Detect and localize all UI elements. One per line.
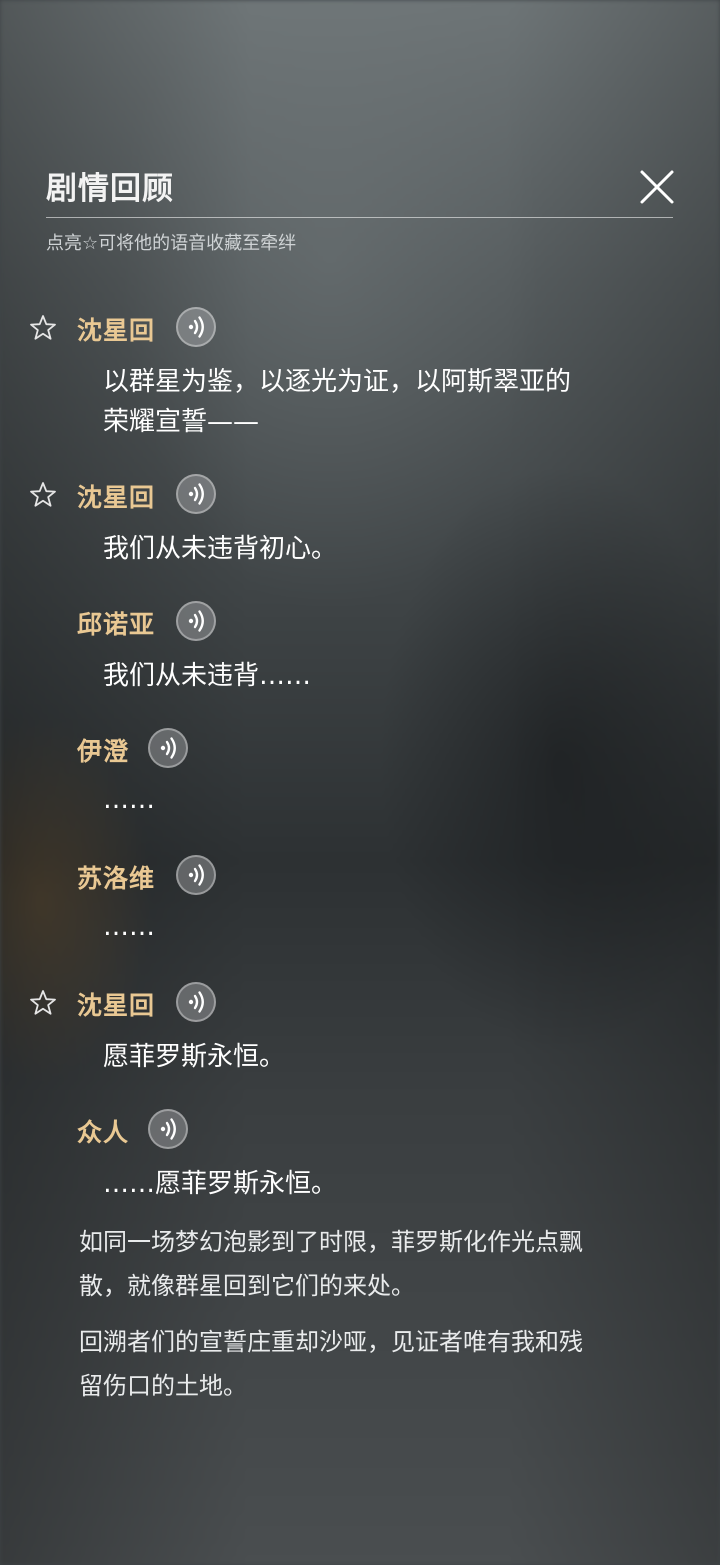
narration-text: 回溯者们的宣誓庄重却沙哑，见证者唯有我和残: [79, 1328, 583, 1356]
dialogue-text: ……: [103, 912, 155, 942]
speaker-name: 苏洛维: [77, 864, 156, 893]
voice-play-button[interactable]: [176, 982, 216, 1022]
speaker-name: 沈星回: [77, 316, 156, 345]
voice-play-button[interactable]: [176, 601, 216, 641]
voice-play-button[interactable]: [148, 728, 188, 768]
close-icon[interactable]: [638, 168, 676, 206]
speaker-name: 沈星回: [77, 483, 156, 512]
dialogue-text: ……: [103, 785, 155, 815]
voice-play-button[interactable]: [176, 855, 216, 895]
speaker-name: 邱诺亚: [77, 610, 156, 639]
star-icon[interactable]: [29, 989, 57, 1017]
star-icon[interactable]: [29, 314, 57, 342]
narration-text: 散，就像群星回到它们的来处。: [79, 1272, 415, 1300]
dialogue-text: 荣耀宣誓——: [103, 407, 260, 437]
page-title: 剧情回顾: [46, 171, 174, 207]
dialogue-text: ……愿菲罗斯永恒。: [103, 1169, 338, 1199]
favorite-hint: 点亮☆可将他的语音收藏至牵绊: [46, 233, 297, 254]
dialogue-text: 我们从未违背……: [103, 661, 312, 691]
voice-play-button[interactable]: [176, 307, 216, 347]
speaker-name: 沈星回: [77, 991, 156, 1020]
speaker-name: 众人: [77, 1118, 130, 1147]
narration-text: 留伤口的土地。: [79, 1372, 247, 1400]
speaker-name: 伊澄: [77, 737, 130, 766]
star-icon[interactable]: [29, 481, 57, 509]
dialogue-text: 我们从未违背初心。: [103, 534, 338, 564]
narration-text: 如同一场梦幻泡影到了时限，菲罗斯化作光点飘: [79, 1228, 583, 1256]
story-review-panel: 剧情回顾 点亮☆可将他的语音收藏至牵绊 沈星回 以群星为鉴，以逐光为证，以阿斯翠…: [0, 0, 720, 1565]
dialogue-text: 愿菲罗斯永恒。: [103, 1042, 286, 1072]
voice-play-button[interactable]: [148, 1109, 188, 1149]
dialogue-text: 以群星为鉴，以逐光为证，以阿斯翠亚的: [103, 367, 572, 397]
header-divider: [46, 217, 673, 218]
voice-play-button[interactable]: [176, 474, 216, 514]
